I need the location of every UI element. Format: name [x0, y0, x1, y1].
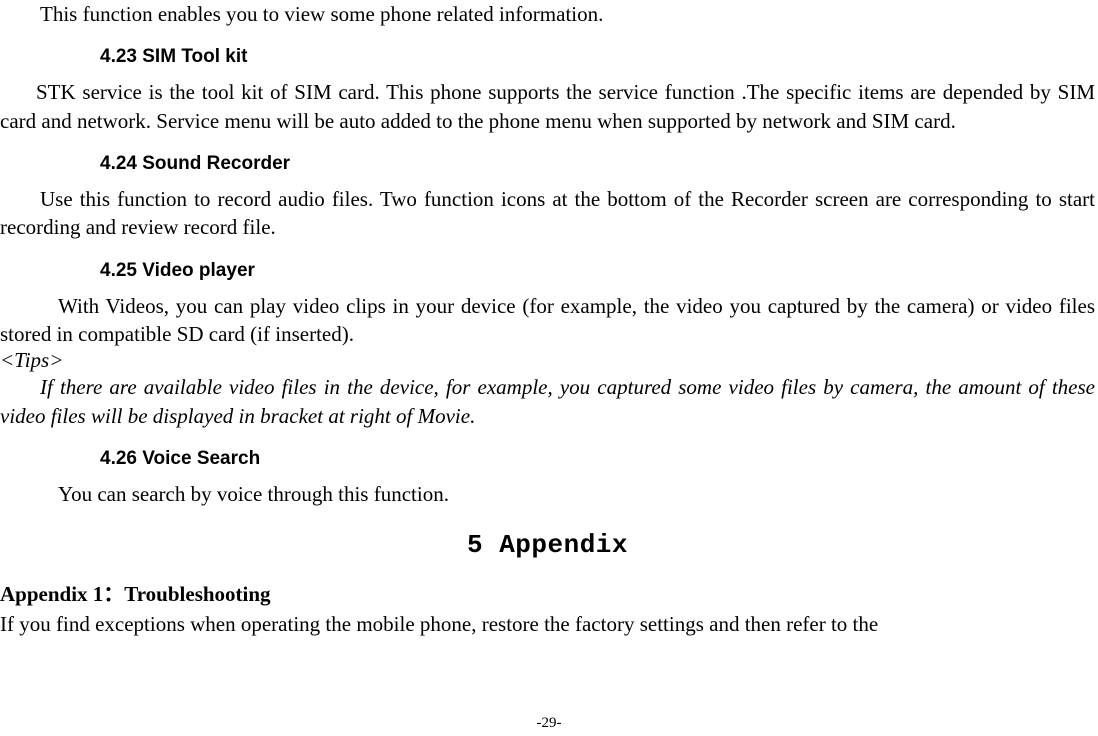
tips-label: <Tips> [0, 348, 1095, 373]
body-sound-recorder: Use this function to record audio files.… [0, 185, 1095, 242]
heading-sound-recorder: 4.24 Sound Recorder [100, 153, 1095, 175]
tips-body: If there are available video files in th… [0, 373, 1095, 430]
document-page: This function enables you to view some p… [0, 0, 1098, 736]
page-number: -29- [0, 715, 1098, 732]
body-sim-tool-kit: STK service is the tool kit of SIM card.… [0, 78, 1095, 135]
heading-video-player: 4.25 Video player [100, 260, 1095, 282]
heading-sim-tool-kit: 4.23 SIM Tool kit [100, 46, 1095, 68]
appendix1-heading: Appendix 1：Troubleshooting [0, 578, 1095, 608]
appendix1-body: If you find exceptions when operating th… [0, 610, 1095, 638]
heading-voice-search: 4.26 Voice Search [100, 448, 1095, 470]
body-voice-search: You can search by voice through this fun… [0, 480, 1095, 508]
intro-paragraph: This function enables you to view some p… [0, 0, 1095, 28]
body-video-player: With Videos, you can play video clips in… [0, 292, 1095, 349]
chapter-appendix: 5 Appendix [0, 530, 1095, 560]
